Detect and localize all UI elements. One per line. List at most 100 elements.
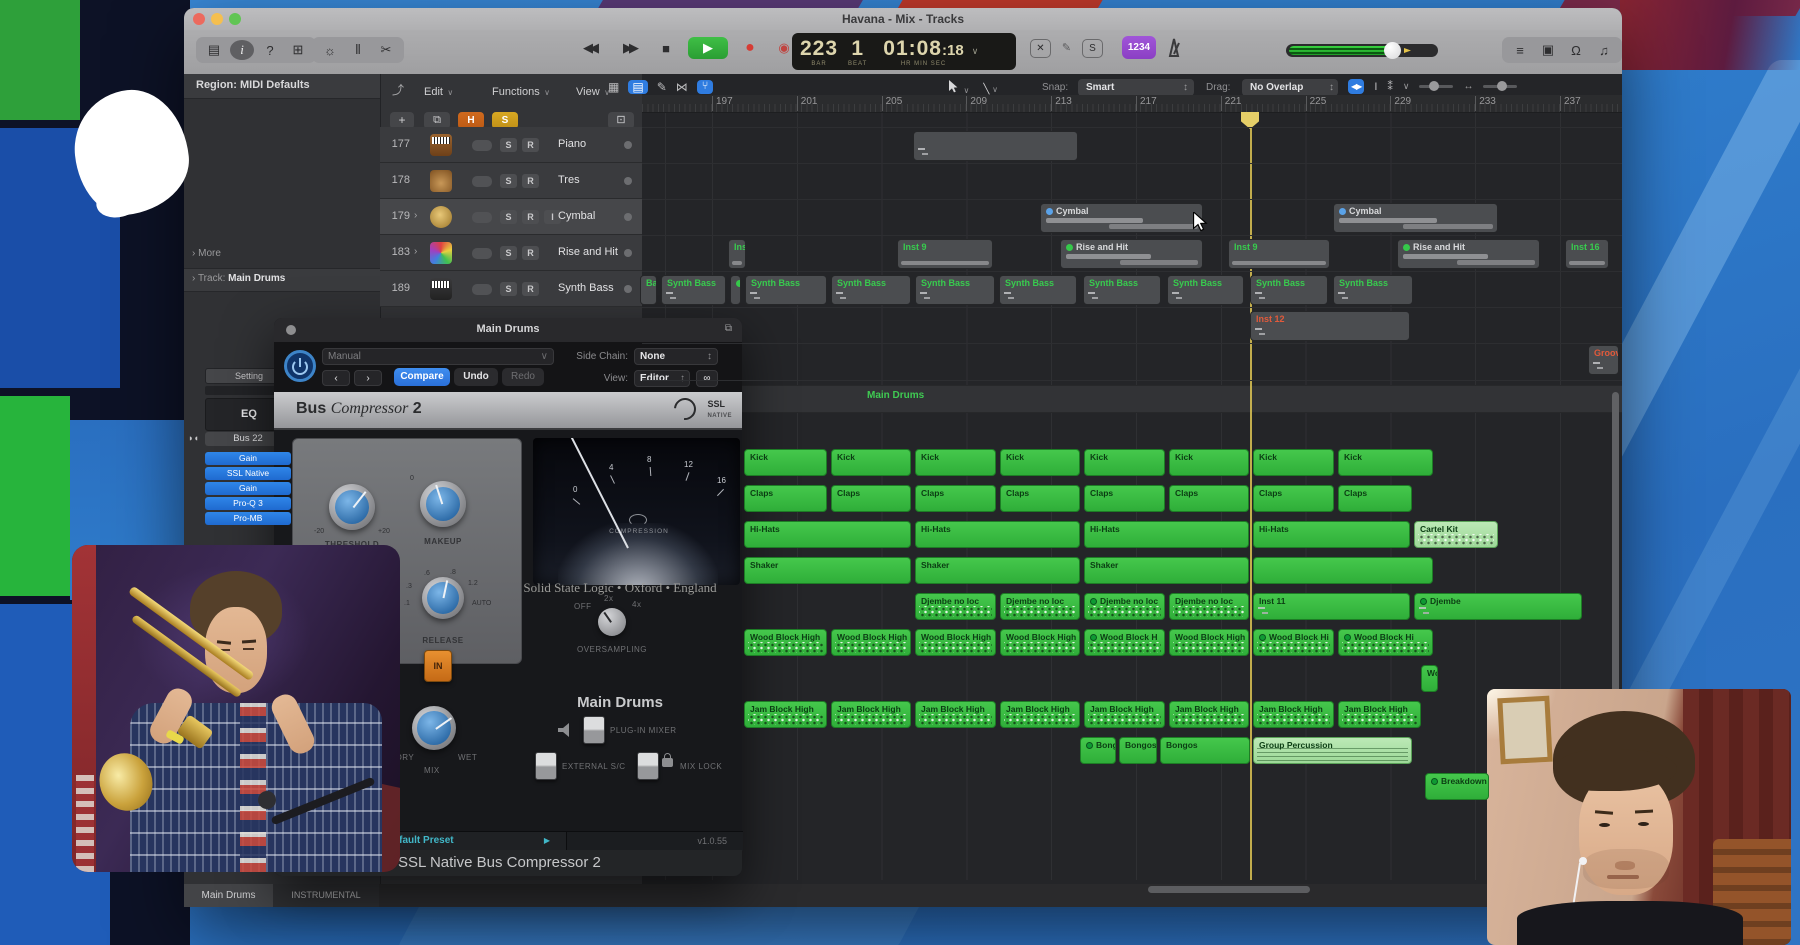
split-tool-icon[interactable]: ⑂	[697, 80, 714, 94]
forward-button[interactable]: ▶▶	[614, 38, 644, 58]
plugin-power-button[interactable]	[284, 350, 316, 382]
track-row-tres[interactable]: 178SRTres	[380, 163, 642, 199]
region-Claps[interactable]: Claps	[1084, 485, 1165, 512]
region-Ins[interactable]: Ins	[728, 239, 746, 269]
region-Cymbal[interactable]: Cymbal	[1040, 203, 1203, 233]
track-row-rise-and-hit[interactable]: 183›SRRise and Hit	[380, 235, 642, 271]
quick-help-icon[interactable]: ?	[258, 40, 282, 60]
region-Bongos[interactable]: Bongos	[1119, 737, 1157, 764]
horizontal-scrollbar[interactable]	[1148, 886, 1310, 893]
channel-plugin-pro-q-3[interactable]: Pro-Q 3	[205, 497, 291, 510]
region-Wo[interactable]: Wo	[1421, 665, 1438, 692]
record-enable-button[interactable]: R	[522, 282, 539, 296]
track-row-piano[interactable]: 177SRPiano	[380, 127, 642, 163]
region-Rise and Hit[interactable]: Rise and Hit	[1397, 239, 1540, 269]
collapse-icon[interactable]: ∨	[1403, 81, 1410, 92]
region-Groove[interactable]: Groove	[1588, 345, 1619, 375]
region-Wood Block High[interactable]: Wood Block High	[1169, 629, 1249, 656]
region-Kick[interactable]: Kick	[1253, 449, 1334, 476]
scissors-icon[interactable]: ✂	[374, 40, 398, 60]
region-inspector-header[interactable]: Region: MIDI Defaults	[196, 79, 310, 91]
catch-arrow-icon[interactable]: ⤴	[392, 81, 404, 98]
plugin-link-icon[interactable]: ⧉	[725, 323, 732, 334]
region-Djembe no loc[interactable]: Djembe no loc	[915, 593, 996, 620]
note-pads-icon[interactable]: ▣	[1536, 40, 1560, 60]
track-onoff-toggle[interactable]	[472, 284, 492, 295]
region-Cymbal[interactable]: Cymbal	[1333, 203, 1498, 233]
compressor-in-button[interactable]: IN	[424, 650, 452, 682]
track-row-synth-bass[interactable]: 189SRSynth Bass	[380, 271, 642, 307]
zoom-tool-icon[interactable]: ⁑	[1387, 80, 1393, 93]
region-Wood Block H[interactable]: Wood Block H	[1084, 629, 1165, 656]
region-Wood Block Hi[interactable]: Wood Block Hi	[1338, 629, 1433, 656]
solo-button[interactable]: S	[500, 282, 517, 296]
region-Synth Bass[interactable]: Synth Bass	[831, 275, 911, 305]
region-Synth Bass[interactable]: Synth Bass	[1167, 275, 1244, 305]
disclosure-icon[interactable]: ›	[414, 210, 417, 221]
channel-plugin-gain[interactable]: Gain	[205, 452, 291, 465]
region-Djembe no loc[interactable]: Djembe no loc	[1000, 593, 1080, 620]
region-Wood Block Hi[interactable]: Wood Block Hi	[1253, 629, 1334, 656]
region-Kick[interactable]: Kick	[831, 449, 911, 476]
region-Djembe no loc[interactable]: Djembe no loc	[1084, 593, 1165, 620]
region-Jam Block High[interactable]: Jam Block High	[915, 701, 996, 728]
pencil-badge[interactable]: ✎	[1057, 39, 1076, 56]
region-Bong[interactable]: Bong	[1080, 737, 1116, 764]
plugin-titlebar[interactable]: Main Drums ⧉	[274, 318, 742, 342]
region-Claps[interactable]: Claps	[1338, 485, 1412, 512]
region-Bongos[interactable]: Bongos	[1160, 737, 1250, 764]
region-synth-bass-lane[interactable]	[730, 275, 741, 305]
channel-plugin-pro-mb[interactable]: Pro-MB	[205, 512, 291, 525]
snap-select[interactable]: Smart↕	[1078, 79, 1194, 96]
region-Breakdown[interactable]: Breakdown	[1425, 773, 1489, 800]
crossfade-tool-icon[interactable]: ⋈	[676, 80, 688, 94]
region-Shaker[interactable]: Shaker	[1084, 557, 1249, 584]
region-Kick[interactable]: Kick	[744, 449, 827, 476]
region-Kick[interactable]: Kick	[915, 449, 996, 476]
region-Claps[interactable]: Claps	[1169, 485, 1249, 512]
h-zoom-icon[interactable]: ↔	[1463, 81, 1473, 92]
mix-knob[interactable]	[412, 706, 456, 750]
record-enable-button[interactable]: R	[522, 246, 539, 260]
disclosure-icon[interactable]: ›	[414, 246, 417, 257]
region-shaker-lane[interactable]	[1253, 557, 1433, 584]
region-Synth Bass[interactable]: Synth Bass	[1333, 275, 1413, 305]
region-Synth Bass[interactable]: Synth Bass	[999, 275, 1077, 305]
region-Cartel Kit[interactable]: Cartel Kit	[1414, 521, 1498, 548]
record-enable-button[interactable]: R	[522, 174, 539, 188]
grid-view-icon[interactable]: ▦	[608, 80, 619, 94]
region-Djembe[interactable]: Djembe	[1414, 593, 1582, 620]
pencil-tool-icon[interactable]: ✎	[657, 80, 667, 94]
region-Jam Block High[interactable]: Jam Block High	[1338, 701, 1421, 728]
record-enable-button[interactable]: R	[522, 138, 539, 152]
channel-plugin-ssl-native[interactable]: SSL Native	[205, 467, 291, 480]
view-menu[interactable]: View ∨	[576, 82, 610, 100]
compare-button[interactable]: Compare	[394, 368, 450, 386]
region-Jam Block High[interactable]: Jam Block High	[831, 701, 911, 728]
plugin-view-select[interactable]: Editor↕	[634, 370, 690, 387]
region-Inst 12[interactable]: Inst 12	[1250, 311, 1410, 341]
region-Wood Block High[interactable]: Wood Block High	[915, 629, 996, 656]
threshold-knob[interactable]	[329, 484, 375, 530]
region-Claps[interactable]: Claps	[831, 485, 911, 512]
functions-menu[interactable]: Functions ∨	[492, 82, 550, 100]
region-Shaker[interactable]: Shaker	[915, 557, 1080, 584]
solo-button[interactable]: S	[500, 246, 517, 260]
catch-playhead-icon[interactable]: ◀▶	[1348, 79, 1364, 94]
region-Synth Bass[interactable]: Synth Bass	[745, 275, 827, 305]
region-Group Percussion[interactable]: Group Percussion	[1253, 737, 1412, 764]
release-knob[interactable]	[422, 577, 464, 619]
track-onoff-toggle[interactable]	[472, 140, 492, 151]
region-Claps[interactable]: Claps	[1253, 485, 1334, 512]
region-Wood Block High[interactable]: Wood Block High	[831, 629, 911, 656]
media-browser-icon[interactable]: ▤	[202, 40, 226, 60]
solo-button[interactable]: S	[500, 210, 517, 224]
region-Djembe no loc[interactable]: Djembe no loc	[1169, 593, 1249, 620]
solo-button[interactable]: S	[500, 174, 517, 188]
track-onoff-toggle[interactable]	[472, 248, 492, 259]
region-Hi-Hats[interactable]: Hi-Hats	[1084, 521, 1249, 548]
region-Synth Bass[interactable]: Synth Bass	[915, 275, 995, 305]
plugin-preset-field[interactable]: Manual∨	[322, 348, 554, 365]
record-enable-button[interactable]: R	[522, 210, 539, 224]
region-Inst 11[interactable]: Inst 11	[1253, 593, 1410, 620]
